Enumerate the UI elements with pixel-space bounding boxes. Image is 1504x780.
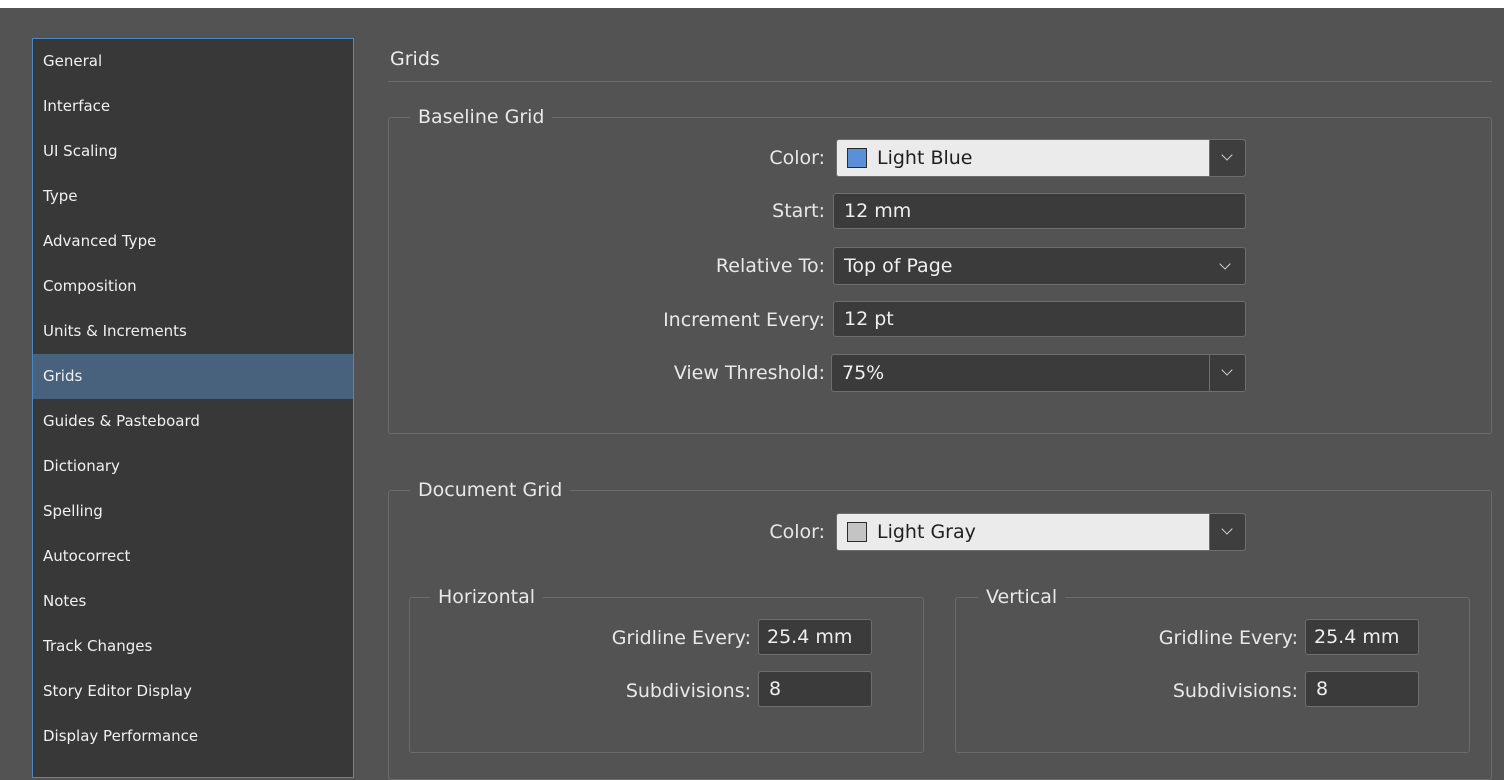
sidebar-item-track-changes[interactable]: Track Changes xyxy=(33,624,353,669)
vertical-subdivisions-label: Subdivisions: xyxy=(1172,680,1298,702)
chevron-down-icon xyxy=(1219,258,1231,270)
title-divider xyxy=(388,81,1492,82)
sidebar-item-spelling[interactable]: Spelling xyxy=(33,489,353,534)
document-grid-legend: Document Grid xyxy=(410,479,571,501)
horizontal-gridline-field[interactable]: 25.4 mm xyxy=(758,619,872,655)
sidebar-item-autocorrect[interactable]: Autocorrect xyxy=(33,534,353,579)
baseline-grid-legend: Baseline Grid xyxy=(410,106,553,128)
vertical-legend: Vertical xyxy=(978,586,1066,608)
document-color-dropdown-button[interactable] xyxy=(1209,514,1245,550)
baseline-view-threshold-value: 75% xyxy=(842,362,885,384)
baseline-start-label: Start: xyxy=(772,200,825,222)
baseline-increment-label: Increment Every: xyxy=(663,309,825,331)
baseline-view-threshold-combo[interactable]: 75% xyxy=(831,354,1246,392)
baseline-increment-field[interactable]: 12 pt xyxy=(833,301,1246,337)
baseline-relative-to-value: Top of Page xyxy=(844,255,953,277)
horizontal-legend: Horizontal xyxy=(430,586,544,608)
chevron-down-icon xyxy=(1221,523,1233,535)
preferences-content: Grids Baseline Grid Color: Light Blue St… xyxy=(388,0,1498,780)
sidebar-item-units-increments[interactable]: Units & Increments xyxy=(33,309,353,354)
sidebar-item-dictionary[interactable]: Dictionary xyxy=(33,444,353,489)
sidebar-item-ui-scaling[interactable]: UI Scaling xyxy=(33,129,353,174)
sidebar-item-notes[interactable]: Notes xyxy=(33,579,353,624)
horizontal-gridline-label: Gridline Every: xyxy=(611,627,751,649)
document-color-value: Light Gray xyxy=(877,521,976,543)
baseline-relative-to-dropdown[interactable]: Top of Page xyxy=(833,247,1246,285)
view-threshold-dropdown-button[interactable] xyxy=(1209,355,1245,391)
sidebar-item-general[interactable]: General xyxy=(33,39,353,84)
baseline-color-label: Color: xyxy=(769,147,825,169)
baseline-color-value: Light Blue xyxy=(877,147,973,169)
document-color-combo[interactable]: Light Gray xyxy=(836,513,1246,551)
sidebar-item-type[interactable]: Type xyxy=(33,174,353,219)
sidebar-item-story-editor-display[interactable]: Story Editor Display xyxy=(33,669,353,714)
sidebar-item-interface[interactable]: Interface xyxy=(33,84,353,129)
baseline-view-threshold-label: View Threshold: xyxy=(673,362,825,384)
chevron-down-icon xyxy=(1221,149,1233,161)
vertical-subdivisions-field[interactable]: 8 xyxy=(1305,671,1419,707)
chevron-down-icon xyxy=(1221,364,1233,376)
horizontal-subdivisions-label: Subdivisions: xyxy=(625,680,751,702)
baseline-color-combo[interactable]: Light Blue xyxy=(836,139,1246,177)
baseline-relative-to-label: Relative To: xyxy=(715,255,825,277)
sidebar-item-display-performance[interactable]: Display Performance xyxy=(33,714,353,759)
document-color-label: Color: xyxy=(769,521,825,543)
sidebar-item-guides-pasteboard[interactable]: Guides & Pasteboard xyxy=(33,399,353,444)
light-gray-swatch-icon xyxy=(847,522,867,542)
sidebar-item-grids[interactable]: Grids xyxy=(33,354,353,399)
vertical-gridline-label: Gridline Every: xyxy=(1158,627,1298,649)
baseline-color-dropdown-button[interactable] xyxy=(1209,140,1245,176)
preferences-category-list[interactable]: General Interface UI Scaling Type Advanc… xyxy=(32,38,354,778)
horizontal-subdivisions-field[interactable]: 8 xyxy=(758,671,872,707)
page-title: Grids xyxy=(390,48,440,70)
sidebar-item-composition[interactable]: Composition xyxy=(33,264,353,309)
light-blue-swatch-icon xyxy=(847,148,867,168)
vertical-gridline-field[interactable]: 25.4 mm xyxy=(1305,619,1419,655)
baseline-start-field[interactable]: 12 mm xyxy=(833,193,1246,229)
sidebar-item-advanced-type[interactable]: Advanced Type xyxy=(33,219,353,264)
